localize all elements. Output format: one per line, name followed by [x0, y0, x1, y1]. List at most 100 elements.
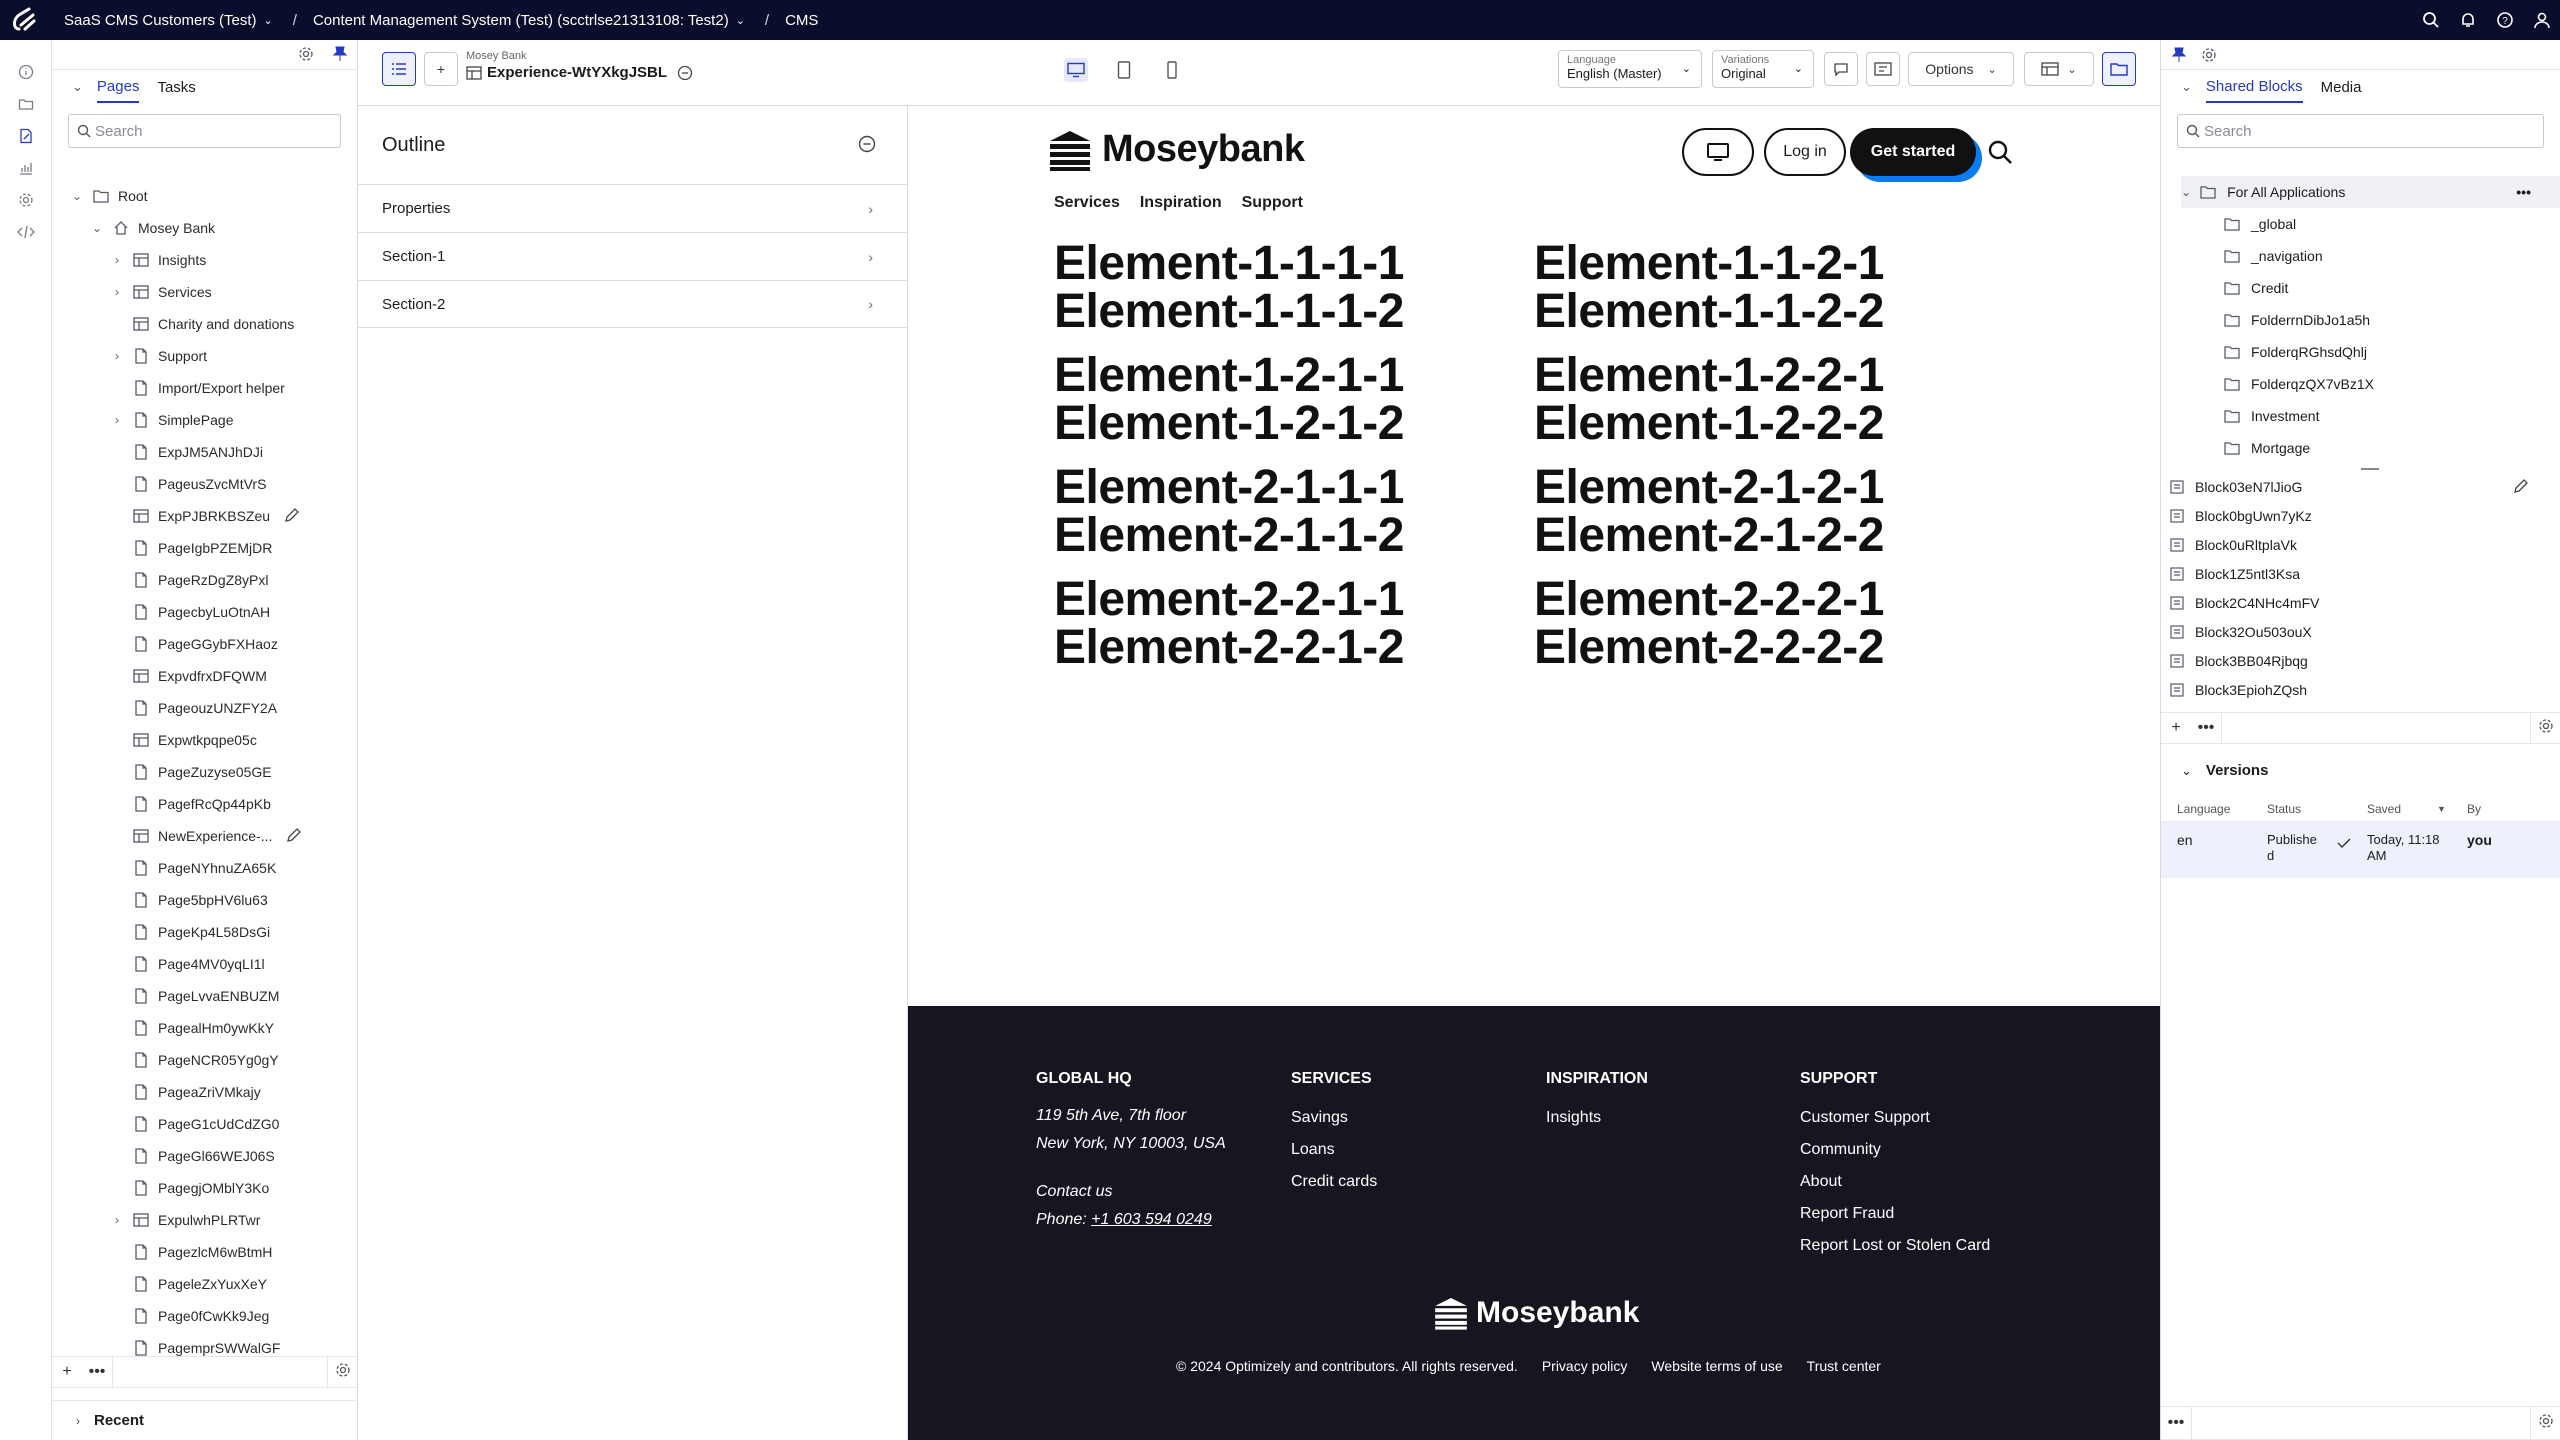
tree-node[interactable]: Page4MV0yqLI1l	[110, 948, 265, 980]
comments-button[interactable]	[1824, 52, 1858, 86]
site-logo[interactable]: Moseybank	[1046, 128, 1305, 171]
block-item[interactable]: Block0uRltplaVk	[2169, 530, 2297, 559]
settings-icon[interactable]	[2199, 45, 2219, 65]
folder-item[interactable]: Mortgage	[2223, 432, 2310, 464]
info-icon[interactable]	[16, 62, 36, 82]
folder-item[interactable]: Investment	[2223, 400, 2319, 432]
legal-link[interactable]: Trust center	[1807, 1358, 1881, 1374]
site-nav-link[interactable]: Services	[1054, 194, 1120, 212]
folder-item[interactable]: _navigation	[2223, 240, 2323, 272]
tree-node[interactable]: PageG1cUdCdZG0	[110, 1108, 279, 1140]
add-icon[interactable]: +	[52, 1363, 82, 1381]
preview-button[interactable]	[1866, 52, 1900, 86]
tree-node[interactable]: PagealHm0ywKkY	[110, 1012, 274, 1044]
tree-node[interactable]: NewExperience-...	[110, 820, 302, 852]
footer-link[interactable]: Customer Support	[1800, 1102, 1990, 1134]
tree-node[interactable]: ExpvdfrxDFQWM	[110, 660, 267, 692]
user-icon[interactable]	[2523, 0, 2560, 40]
column-header[interactable]: Language	[2177, 802, 2230, 816]
tree-node[interactable]: PageKp4L58DsGi	[110, 916, 270, 948]
breadcrumb-instance[interactable]: Content Management System (Test) (scctrl…	[313, 12, 745, 29]
chevron-right-icon[interactable]: ›	[110, 253, 124, 267]
tablet-view-icon[interactable]	[1112, 58, 1136, 82]
folder-item[interactable]: FolderrnDibJo1a5h	[2223, 304, 2370, 336]
footer-link[interactable]: Insights	[1546, 1102, 1648, 1134]
help-icon[interactable]: ?	[2486, 0, 2523, 40]
content-element[interactable]: Element-2-2-1-2	[1054, 624, 1404, 672]
site-nav-link[interactable]: Inspiration	[1140, 194, 1222, 212]
tree-node[interactable]: ExpPJBRKBSZeu	[110, 500, 300, 532]
tree-node[interactable]: PageouzUNZFY2A	[110, 692, 277, 724]
footer-link[interactable]: Community	[1800, 1134, 1990, 1166]
content-element[interactable]: Element-1-2-1-2	[1054, 400, 1404, 448]
tree-node[interactable]: ⌄ Root	[70, 180, 148, 212]
chevron-right-icon[interactable]: ›	[110, 413, 124, 427]
edit-icon[interactable]	[286, 827, 302, 846]
settings-icon[interactable]	[16, 190, 36, 210]
add-button[interactable]: +	[424, 52, 458, 86]
tree-node[interactable]: PagegjOMblY3Ko	[110, 1172, 269, 1204]
outline-row-section-1[interactable]: Section-1 ›	[358, 232, 907, 280]
footer-link[interactable]: Report Fraud	[1800, 1198, 1990, 1230]
column-header[interactable]: Status	[2267, 802, 2301, 816]
bell-icon[interactable]	[2449, 0, 2486, 40]
folders-icon[interactable]	[16, 94, 36, 114]
edit-icon[interactable]	[284, 507, 300, 526]
block-item[interactable]: Block3EpiohZQsh	[2169, 675, 2307, 704]
folder-root[interactable]: ⌄ For All Applications •••	[2181, 176, 2560, 208]
versions-header[interactable]: ⌄ Versions	[2181, 762, 2268, 779]
tree-node[interactable]: › Services	[110, 276, 212, 308]
outline-toggle-button[interactable]	[382, 52, 416, 86]
tree-node[interactable]: Charity and donations	[110, 308, 294, 340]
tree-search-input[interactable]: Search	[68, 114, 341, 148]
content-element[interactable]: Element-1-2-2-2	[1534, 400, 1884, 448]
tab-shared-blocks[interactable]: Shared Blocks	[2205, 72, 2303, 103]
site-nav-link[interactable]: Support	[1242, 194, 1303, 212]
reports-icon[interactable]	[16, 158, 36, 178]
outline-row-properties[interactable]: Properties ›	[358, 184, 907, 232]
settings-icon[interactable]	[296, 44, 316, 64]
block-item[interactable]: Block32Ou503ouX	[2169, 617, 2312, 646]
chevron-right-icon[interactable]: ›	[110, 349, 124, 363]
assets-panel-toggle[interactable]	[2102, 52, 2136, 86]
content-element[interactable]: Element-1-1-1-1	[1054, 240, 1404, 288]
content-element[interactable]: Element-2-1-2-1	[1534, 464, 1884, 512]
content-element[interactable]: Element-1-2-1-1	[1054, 352, 1404, 400]
tree-node[interactable]: › Support	[110, 340, 207, 372]
code-icon[interactable]	[16, 222, 36, 242]
block-item[interactable]: Block03eN7lJioG	[2169, 472, 2302, 501]
tree-node[interactable]: PageNYhnuZA65K	[110, 852, 276, 884]
block-item[interactable]: Block1Z5ntl3Ksa	[2169, 559, 2300, 588]
content-element[interactable]: Element-2-1-2-2	[1534, 512, 1884, 560]
outline-row-section-2[interactable]: Section-2 ›	[358, 280, 907, 328]
tree-node[interactable]: ExpJM5ANJhDJi	[110, 436, 263, 468]
edit-icon[interactable]	[2513, 478, 2529, 499]
layout-button[interactable]: ⌄	[2024, 52, 2094, 86]
tree-node[interactable]: PagezlcM6wBtmH	[110, 1236, 272, 1268]
assets-search-input[interactable]: Search	[2177, 114, 2544, 148]
content-element[interactable]: Element-2-2-2-1	[1534, 576, 1884, 624]
legal-link[interactable]: Website terms of use	[1651, 1358, 1782, 1374]
tree-node[interactable]: PageleZxYuxXeY	[110, 1268, 267, 1300]
chevron-down-icon[interactable]: ⌄	[70, 189, 84, 203]
folder-item[interactable]: FolderqzQX7vBz1X	[2223, 368, 2374, 400]
content-element[interactable]: Element-2-1-1-2	[1054, 512, 1404, 560]
options-button[interactable]: Options ⌄	[1908, 52, 2014, 86]
splitter-handle[interactable]	[2361, 468, 2379, 470]
block-item[interactable]: Block0bgUwn7yKz	[2169, 501, 2312, 530]
column-header[interactable]: Saved	[2367, 802, 2401, 816]
search-icon[interactable]	[1986, 138, 2014, 166]
footer-link[interactable]: Report Lost or Stolen Card	[1800, 1230, 1990, 1262]
chevron-right-icon[interactable]: ›	[110, 1213, 124, 1227]
tree-node[interactable]: PageaZriVMkajy	[110, 1076, 261, 1108]
folder-item[interactable]: Credit	[2223, 272, 2288, 304]
tree-node[interactable]: PageusZvcMtVrS	[110, 468, 266, 500]
block-item[interactable]: Block3BB04Rjbqg	[2169, 646, 2308, 675]
tree-node[interactable]: PageGl66WEJ06S	[110, 1140, 275, 1172]
tree-node[interactable]: PageRzDgZ8yPxl	[110, 564, 269, 596]
footer-link[interactable]: Credit cards	[1291, 1166, 1377, 1198]
search-icon[interactable]	[2412, 0, 2449, 40]
tree-node[interactable]: PageZuzyse05GE	[110, 756, 272, 788]
tree-node[interactable]: PageGGybFXHaoz	[110, 628, 278, 660]
language-select[interactable]: Language English (Master) ⌄	[1558, 50, 1702, 88]
